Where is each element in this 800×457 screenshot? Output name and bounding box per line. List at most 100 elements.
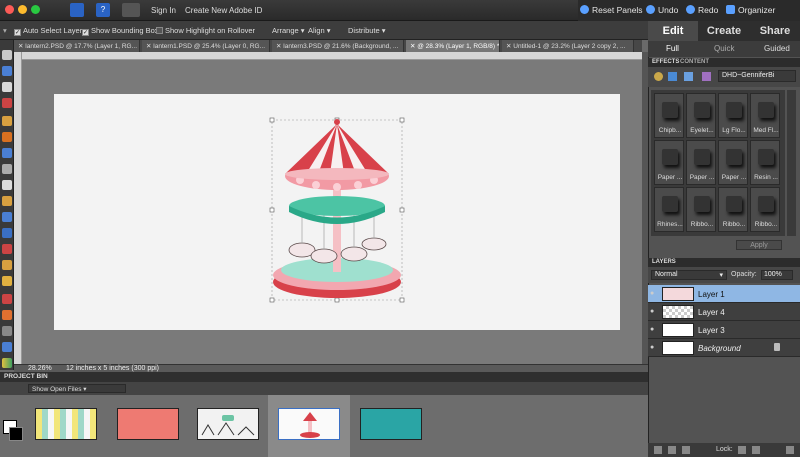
zoom-tool-icon[interactable] xyxy=(2,66,12,76)
tab-lantern2[interactable]: ✕ lantern2.PSD @ 17.7% (Layer 1, RG... xyxy=(14,40,140,52)
effect-item[interactable]: Rhines... xyxy=(654,187,684,232)
zoom-level[interactable]: 28.26% xyxy=(28,365,52,372)
cookie-cutter-tool-icon[interactable] xyxy=(2,212,12,222)
effect-item[interactable]: Chipb... xyxy=(654,93,684,138)
close-window-button[interactable] xyxy=(5,5,14,14)
opacity-field[interactable]: 100% xyxy=(761,270,793,280)
auto-select-layer-checkbox[interactable]: ✓ Auto Select Layer xyxy=(14,26,82,36)
apply-button[interactable]: Apply xyxy=(736,240,782,250)
carousel-artwork[interactable] xyxy=(54,94,620,330)
tab-share[interactable]: Share xyxy=(750,21,800,41)
new-adjustment-layer-icon[interactable] xyxy=(668,446,676,454)
marquee-tool-icon[interactable] xyxy=(2,116,12,126)
background-color-swatch[interactable] xyxy=(9,427,23,441)
bin-thumb-2[interactable] xyxy=(117,408,179,440)
create-adobe-id-link[interactable]: Create New Adobe ID xyxy=(185,6,262,15)
effect-item[interactable]: Resin ... xyxy=(750,140,780,185)
eye-icon[interactable]: ● xyxy=(650,290,658,298)
bin-thumb-5[interactable] xyxy=(360,408,422,440)
tab-guided[interactable]: Guided xyxy=(764,44,790,53)
show-open-files-dropdown[interactable]: Show Open Files ▾ xyxy=(28,384,126,393)
workspace-menu-icon[interactable] xyxy=(122,3,140,17)
effect-item[interactable]: Paper ... xyxy=(686,140,716,185)
redo-button[interactable]: Redo xyxy=(686,5,718,15)
layer-row[interactable]: ● Layer 1 xyxy=(648,285,800,303)
canvas-area[interactable] xyxy=(22,60,642,364)
gradient-tool-icon[interactable] xyxy=(2,358,12,368)
photo-effects-icon[interactable] xyxy=(684,72,693,81)
reset-panels-button[interactable]: Reset Panels xyxy=(580,5,643,15)
eye-icon[interactable]: ● xyxy=(650,344,658,352)
hand-tool-icon[interactable] xyxy=(2,82,12,92)
help-icon[interactable]: ? xyxy=(96,3,110,17)
eye-icon[interactable]: ● xyxy=(650,308,658,316)
zoom-window-button[interactable] xyxy=(31,5,40,14)
filters-icon[interactable] xyxy=(654,72,663,81)
tab-quick[interactable]: Quick xyxy=(714,44,734,53)
effect-item[interactable]: Lg Flo... xyxy=(718,93,748,138)
brush-tool-icon[interactable] xyxy=(2,310,12,320)
bin-thumb-active[interactable] xyxy=(278,408,340,440)
tab-lantern3[interactable]: ✕ lantern3.PSD @ 21.6% (Background, ... xyxy=(272,40,404,52)
effect-item[interactable]: Eyelet... xyxy=(686,93,716,138)
project-bin-title: PROJECT BIN xyxy=(4,373,48,380)
effects-library-dropdown[interactable]: DHD~GenniferBi xyxy=(718,70,796,82)
type-tool-icon[interactable] xyxy=(2,180,12,190)
layer-row[interactable]: ● Layer 3 xyxy=(648,321,800,339)
tab-active-document[interactable]: ✕ @ 28.3% (Layer 1, RGB/8) * xyxy=(406,40,500,52)
show-bounding-box-checkbox[interactable]: ✓ Show Bounding Box xyxy=(82,26,159,36)
effect-item[interactable]: Ribbo... xyxy=(750,187,780,232)
healing-brush-tool-icon[interactable] xyxy=(2,260,12,270)
layers-menu-icon[interactable] xyxy=(786,446,794,454)
red-eye-tool-icon[interactable] xyxy=(2,244,12,254)
bin-thumb-3[interactable] xyxy=(197,408,259,440)
effect-item[interactable]: Paper ... xyxy=(654,140,684,185)
eyedropper-tool-icon[interactable] xyxy=(2,98,12,108)
new-layer-icon[interactable] xyxy=(654,446,662,454)
move-tool-icon[interactable] xyxy=(2,50,12,60)
document-canvas[interactable] xyxy=(54,94,620,330)
quick-selection-tool-icon[interactable] xyxy=(2,164,12,174)
tab-full[interactable]: Full xyxy=(666,44,679,53)
minimize-window-button[interactable] xyxy=(18,5,27,14)
bin-thumb-1[interactable] xyxy=(35,408,97,440)
organizer-button[interactable]: Organizer xyxy=(726,5,775,15)
effect-item[interactable]: Ribbo... xyxy=(718,187,748,232)
effects-toolbar: DHD~GenniferBi xyxy=(648,67,800,87)
smart-brush-tool-icon[interactable] xyxy=(2,326,12,336)
effect-item[interactable]: Ribbo... xyxy=(686,187,716,232)
arrange-dropdown[interactable]: Arrange ▾ xyxy=(272,26,305,35)
lasso-tool-icon[interactable] xyxy=(2,132,12,142)
lock-all-icon[interactable] xyxy=(752,446,760,454)
undo-button[interactable]: Undo xyxy=(646,5,678,15)
blend-mode-dropdown[interactable]: Normal ▾ xyxy=(651,270,727,280)
straighten-tool-icon[interactable] xyxy=(2,228,12,238)
show-highlight-checkbox[interactable]: Show Highlight on Rollover xyxy=(156,26,255,35)
eye-icon[interactable]: ● xyxy=(650,326,658,334)
paint-bucket-tool-icon[interactable] xyxy=(2,342,12,352)
tab-lantern1[interactable]: ✕ lantern1.PSD @ 25.4% (Layer 0, RG... xyxy=(142,40,270,52)
tab-edit[interactable]: Edit xyxy=(648,21,698,41)
effects-scrollbar[interactable] xyxy=(787,90,796,236)
tool-preset-icon[interactable]: ▾ xyxy=(3,26,7,35)
crop-tool-icon[interactable] xyxy=(2,196,12,206)
lock-transparent-icon[interactable] xyxy=(738,446,746,454)
eraser-tool-icon[interactable] xyxy=(2,294,12,304)
layer-styles-icon[interactable] xyxy=(668,72,677,81)
save-icon[interactable] xyxy=(70,3,84,17)
distribute-dropdown[interactable]: Distribute ▾ xyxy=(348,26,386,35)
tab-create[interactable]: Create xyxy=(699,21,749,41)
tab-effects[interactable]: EFFECTS xyxy=(652,59,679,65)
layer-row[interactable]: ● Background xyxy=(648,339,800,357)
content-icon[interactable] xyxy=(702,72,711,81)
sign-in-link[interactable]: Sign In xyxy=(151,6,176,15)
align-dropdown[interactable]: Align ▾ xyxy=(308,26,331,35)
delete-layer-icon[interactable] xyxy=(682,446,690,454)
layer-row[interactable]: ● Layer 4 xyxy=(648,303,800,321)
effect-item[interactable]: Paper ... xyxy=(718,140,748,185)
clone-stamp-tool-icon[interactable] xyxy=(2,276,12,286)
tab-untitled-1[interactable]: ✕ Untitled-1 @ 23.2% (Layer 2 copy 2, ..… xyxy=(502,40,634,52)
magic-wand-tool-icon[interactable] xyxy=(2,148,12,158)
tab-content[interactable]: CONTENT xyxy=(680,59,709,65)
effect-item[interactable]: Med Fl... xyxy=(750,93,780,138)
